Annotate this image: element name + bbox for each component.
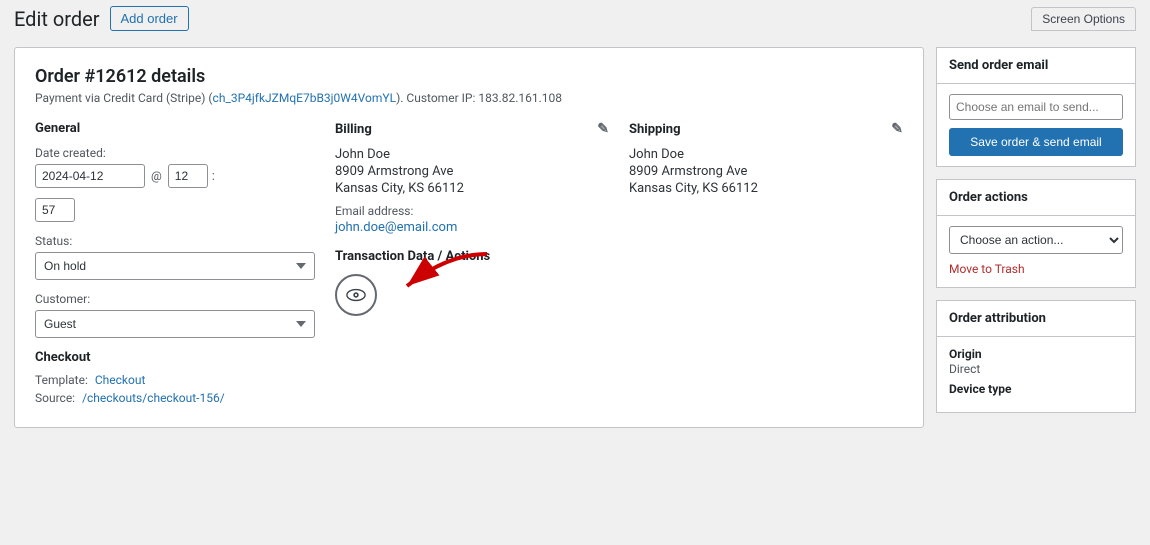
general-section: General Date created: @ : Status: On hol… — [35, 121, 315, 409]
billing-email-link[interactable]: john.doe@email.com — [335, 220, 457, 235]
checkout-template-link[interactable]: Checkout — [95, 373, 146, 387]
order-actions-title: Order actions — [937, 180, 1135, 216]
hour-input[interactable] — [168, 164, 208, 188]
billing-label: Billing — [335, 122, 372, 137]
save-send-button[interactable]: Save order & send email — [949, 128, 1123, 156]
device-type-label: Device type — [949, 382, 1123, 396]
at-symbol: @ — [151, 169, 162, 183]
checkout-label: Checkout — [35, 350, 315, 365]
add-order-button[interactable]: Add order — [110, 6, 189, 31]
order-actions-card: Order actions Choose an action... Move t… — [936, 179, 1136, 288]
origin-row: Origin Direct — [949, 347, 1123, 376]
send-email-card: Send order email Save order & send email — [936, 47, 1136, 167]
shipping-label: Shipping — [629, 122, 681, 137]
order-title: Order #12612 details — [35, 66, 903, 87]
page-title: Edit order — [14, 7, 100, 31]
shipping-edit-icon[interactable]: ✎ — [891, 121, 903, 137]
main-panel: Order #12612 details Payment via Credit … — [14, 47, 924, 428]
shipping-name: John Doe — [629, 147, 903, 162]
origin-value: Direct — [949, 362, 1123, 376]
order-attribution-card: Order attribution Origin Direct Device t… — [936, 300, 1136, 413]
customer-label: Customer: — [35, 292, 315, 306]
origin-label: Origin — [949, 347, 1123, 361]
shipping-address1: 8909 Armstrong Ave — [629, 164, 903, 179]
transaction-row — [335, 274, 609, 316]
payment-meta-end: ). Customer IP: 183.82.161.108 — [396, 91, 562, 105]
minute-input[interactable] — [35, 198, 75, 222]
time-sep: : — [212, 169, 215, 184]
device-type-row: Device type — [949, 382, 1123, 396]
transaction-label: Transaction Data / Actions — [335, 249, 609, 264]
billing-city-state: Kansas City, KS 66112 — [335, 181, 609, 196]
status-label: Status: — [35, 234, 315, 248]
checkout-source-row: Source: /checkouts/checkout-156/ — [35, 391, 315, 405]
billing-name: John Doe — [335, 147, 609, 162]
shipping-section: Shipping ✎ John Doe 8909 Armstrong Ave K… — [629, 121, 903, 409]
billing-section: Billing ✎ John Doe 8909 Armstrong Ave Ka… — [335, 121, 609, 409]
checkout-template-row: Template: Checkout — [35, 373, 315, 387]
email-choose-input[interactable] — [949, 94, 1123, 120]
sidebar: Send order email Save order & send email… — [936, 47, 1136, 428]
move-to-trash-link[interactable]: Move to Trash — [949, 262, 1025, 276]
billing-edit-icon[interactable]: ✎ — [597, 121, 609, 137]
checkout-source-link[interactable]: /checkouts/checkout-156/ — [82, 391, 225, 405]
billing-email-label: Email address: — [335, 204, 609, 218]
order-action-select[interactable]: Choose an action... — [949, 226, 1123, 254]
view-transaction-button[interactable] — [335, 274, 377, 316]
send-email-title: Send order email — [937, 48, 1135, 84]
shipping-city-state: Kansas City, KS 66112 — [629, 181, 903, 196]
customer-select[interactable]: Guest — [35, 310, 315, 338]
template-label: Template: — [35, 373, 88, 387]
eye-icon — [346, 288, 366, 302]
payment-meta-text: Payment via Credit Card (Stripe) ( — [35, 91, 213, 105]
billing-address1: 8909 Armstrong Ave — [335, 164, 609, 179]
order-attribution-title: Order attribution — [937, 301, 1135, 337]
general-section-label: General — [35, 121, 80, 136]
date-input[interactable] — [35, 164, 145, 188]
stripe-link[interactable]: ch_3P4jfkJZMqE7bB3j0W4VomYL — [213, 91, 397, 105]
order-meta: Payment via Credit Card (Stripe) (ch_3P4… — [35, 91, 903, 105]
screen-options-button[interactable]: Screen Options — [1031, 7, 1136, 31]
status-select[interactable]: On hold Pending payment Processing Compl… — [35, 252, 315, 280]
date-label: Date created: — [35, 146, 315, 160]
source-label: Source: — [35, 391, 75, 405]
